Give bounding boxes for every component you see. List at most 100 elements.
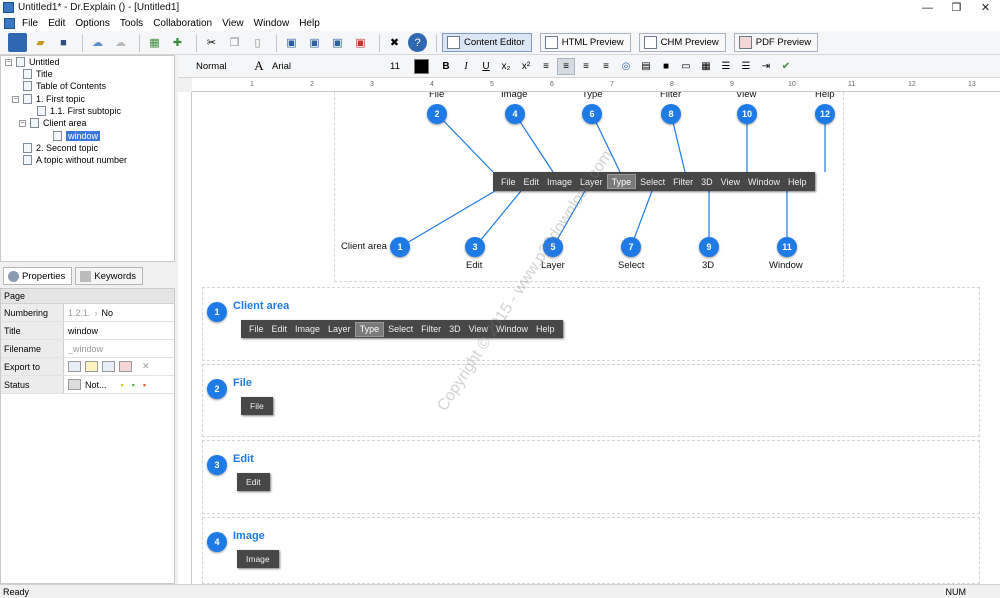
doc-menu-icon[interactable] <box>4 17 15 29</box>
underline-icon[interactable]: U <box>477 58 495 75</box>
callout-badge[interactable]: 10 <box>737 104 757 124</box>
tree-item[interactable]: 2. Second topic <box>23 142 98 154</box>
collapse-icon[interactable]: − <box>19 119 26 127</box>
style-select[interactable]: Normal <box>188 58 250 75</box>
superscript-icon[interactable]: x² <box>517 58 535 75</box>
indent-icon[interactable]: ⇥ <box>757 58 775 75</box>
callout-badge[interactable]: 7 <box>621 237 641 257</box>
status-field[interactable]: Not... ▪ ▪ ▪ <box>64 376 174 393</box>
content-editor[interactable]: File Image Type Filter View Help 2 4 6 8… <box>192 92 1000 584</box>
ruler-mark: 9 <box>730 81 734 88</box>
tools-icon[interactable]: ✖ <box>385 33 404 52</box>
upload-cloud-icon[interactable]: ☁ <box>88 33 107 52</box>
callout-badge[interactable]: 6 <box>582 104 602 124</box>
link-icon[interactable]: ◎ <box>617 58 635 75</box>
menu-edit[interactable]: Edit <box>43 18 70 29</box>
export-rtf-toggle[interactable] <box>102 361 115 372</box>
tree-item[interactable]: −1. First topic <box>5 93 85 105</box>
justify-icon[interactable]: ≡ <box>597 58 615 75</box>
field-icon[interactable]: ▭ <box>677 58 695 75</box>
bullet-list-icon[interactable]: ☰ <box>717 58 735 75</box>
chm-preview-button[interactable]: CHM Preview <box>638 33 726 52</box>
add-topic-icon[interactable]: ▦ <box>145 33 164 52</box>
tree-item[interactable]: Table of Contents <box>23 80 106 92</box>
save-image-icon[interactable]: ■ <box>657 58 675 75</box>
export-html-toggle[interactable] <box>68 361 81 372</box>
tree-item[interactable]: − Client area <box>19 117 87 129</box>
new-project-icon[interactable] <box>8 33 27 52</box>
sample-menu-item: View <box>468 324 488 334</box>
callout-badge[interactable]: 11 <box>777 237 797 257</box>
menu-help[interactable]: Help <box>294 18 325 29</box>
tree-item[interactable]: Title <box>23 68 53 80</box>
menu-tools[interactable]: Tools <box>115 18 148 29</box>
collapse-icon[interactable]: − <box>12 95 19 103</box>
clear-icon[interactable]: ✕ <box>142 361 150 372</box>
tree-item[interactable]: 1.1. First subtopic <box>37 105 121 117</box>
section-edit: 3 Edit Edit <box>202 440 980 514</box>
property-grid: Page Numbering 1.2.1. › No Title window Fi… <box>0 288 175 584</box>
export-html-icon[interactable]: ▣ <box>282 33 301 52</box>
numbered-list-icon[interactable]: ☰ <box>737 58 755 75</box>
menu-window[interactable]: Window <box>249 18 295 29</box>
align-right-icon[interactable]: ≡ <box>577 58 595 75</box>
numbering-value[interactable]: 1.2.1. › No <box>64 304 174 321</box>
download-cloud-icon[interactable]: ☁ <box>111 33 130 52</box>
maximize-button[interactable]: ❐ <box>942 0 971 15</box>
tree-item-root[interactable]: − Untitled <box>5 56 60 68</box>
callout-badge[interactable]: 5 <box>543 237 563 257</box>
font-select[interactable]: Arial <box>270 58 388 75</box>
collapse-icon[interactable]: − <box>5 58 12 66</box>
export-chm-toggle[interactable] <box>85 361 98 372</box>
callout-badge[interactable]: 2 <box>427 104 447 124</box>
add-subtopic-icon[interactable]: ✚ <box>168 33 187 52</box>
horizontal-ruler: 1 2 3 4 5 6 7 8 9 10 11 12 13 <box>192 78 1000 92</box>
callout-badge[interactable]: 8 <box>661 104 681 124</box>
subscript-icon[interactable]: x₂ <box>497 58 515 75</box>
align-left-icon[interactable]: ≡ <box>537 58 555 75</box>
italic-icon[interactable]: I <box>457 58 475 75</box>
font-size-select[interactable]: 11 <box>388 58 410 75</box>
table-icon[interactable]: ▦ <box>697 58 715 75</box>
export-pdf-icon[interactable]: ▣ <box>351 33 370 52</box>
title-field[interactable]: window <box>64 322 174 339</box>
html-preview-button[interactable]: HTML Preview <box>539 33 631 52</box>
save-icon[interactable]: ■ <box>54 33 73 52</box>
image-icon[interactable]: ▤ <box>637 58 655 75</box>
copy-icon[interactable]: ❐ <box>225 33 244 52</box>
menu-view[interactable]: View <box>217 18 249 29</box>
menu-collaboration[interactable]: Collaboration <box>148 18 217 29</box>
tab-properties[interactable]: Properties <box>3 267 73 285</box>
spellcheck-icon[interactable]: ✔ <box>777 58 795 75</box>
status-yellow-icon[interactable]: ▪ <box>121 380 124 390</box>
content-editor-button[interactable]: Content Editor <box>442 33 532 52</box>
align-center-icon[interactable]: ≡ <box>557 57 575 75</box>
callout-badge[interactable]: 4 <box>505 104 525 124</box>
callout-badge[interactable]: 9 <box>699 237 719 257</box>
export-pdf-toggle[interactable] <box>119 361 132 372</box>
bold-icon[interactable]: B <box>437 58 455 75</box>
status-green-icon[interactable]: ▪ <box>132 380 135 390</box>
property-row-title: Title window <box>1 322 174 340</box>
open-folder-icon[interactable]: ▰ <box>31 33 50 52</box>
export-chm-icon[interactable]: ▣ <box>305 33 324 52</box>
text-color-swatch[interactable] <box>414 58 429 74</box>
ruler-mark: 8 <box>670 81 674 88</box>
help-icon[interactable]: ? <box>408 33 427 52</box>
pdf-preview-button[interactable]: PDF Preview <box>733 33 819 52</box>
close-button[interactable]: ✕ <box>971 0 1000 15</box>
callout-badge[interactable]: 12 <box>815 104 835 124</box>
menu-options[interactable]: Options <box>70 18 114 29</box>
export-rtf-icon[interactable]: ▣ <box>328 33 347 52</box>
minimize-button[interactable]: — <box>913 0 942 15</box>
paste-icon[interactable]: ▯ <box>248 33 267 52</box>
menu-file[interactable]: File <box>17 18 43 29</box>
filename-field[interactable]: _window <box>64 340 174 357</box>
tab-keywords[interactable]: Keywords <box>75 267 144 285</box>
status-red-icon[interactable]: ▪ <box>143 380 146 390</box>
tree-item[interactable]: A topic without number <box>23 154 127 166</box>
tree-item-selected[interactable]: window <box>53 130 101 142</box>
cut-icon[interactable]: ✂ <box>202 33 221 52</box>
callout-badge[interactable]: 1 <box>390 237 410 257</box>
callout-badge[interactable]: 3 <box>465 237 485 257</box>
